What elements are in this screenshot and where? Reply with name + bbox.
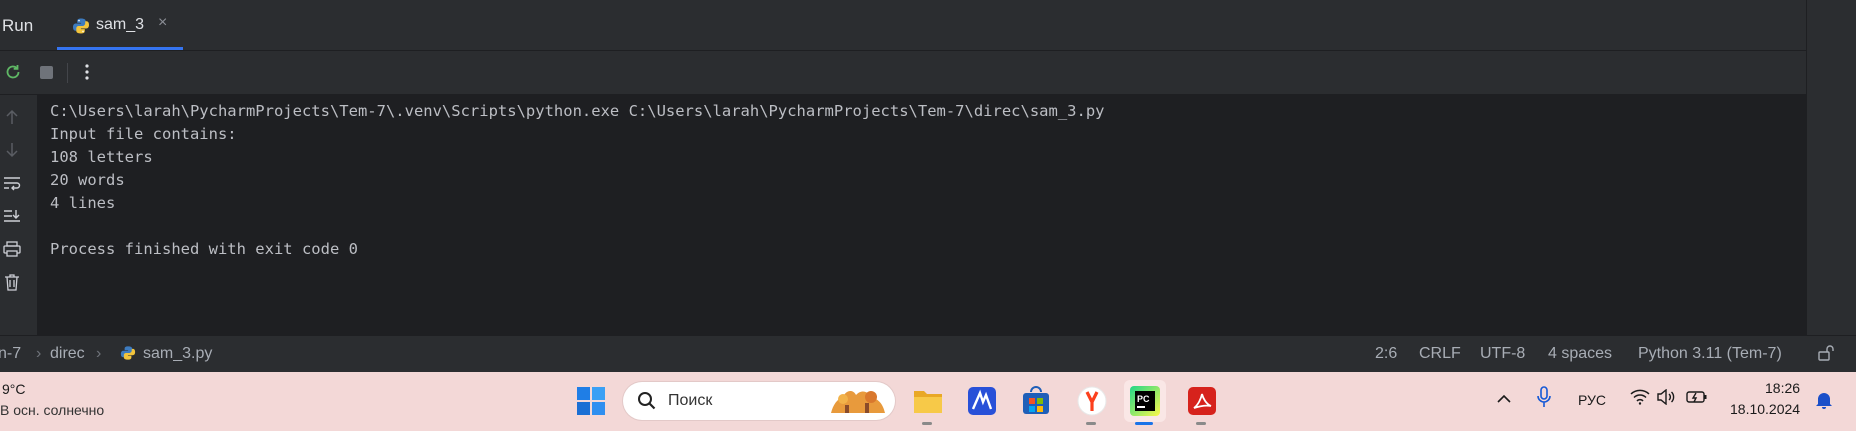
soft-wrap-icon[interactable] xyxy=(2,173,22,193)
pdf-reader-icon[interactable] xyxy=(1181,380,1223,425)
editor-icon[interactable] xyxy=(961,380,1003,422)
stop-icon[interactable] xyxy=(35,61,57,83)
chevron-right-icon: › xyxy=(36,345,42,362)
python-icon xyxy=(120,345,136,366)
clock-date[interactable]: 18.10.2024 xyxy=(1730,401,1800,417)
console-line: Process finished with exit code 0 xyxy=(50,240,358,258)
console-line: Input file contains: xyxy=(50,125,237,143)
svg-text:PC: PC xyxy=(1137,394,1150,404)
file-encoding[interactable]: UTF-8 xyxy=(1480,345,1525,363)
input-language[interactable]: РУС xyxy=(1578,392,1606,408)
status-bar: n-7 › direc › sam_3.py 2:6 CRLF UTF-8 4 … xyxy=(0,335,1856,373)
battery-charging-icon[interactable] xyxy=(1686,389,1708,408)
start-icon[interactable] xyxy=(570,380,612,422)
run-tool-window-header: Run sam_3 × xyxy=(0,0,1806,51)
microphone-icon[interactable] xyxy=(1537,386,1551,411)
yandex-browser-icon[interactable] xyxy=(1071,380,1113,425)
python-interpreter[interactable]: Python 3.11 (Tem-7) xyxy=(1638,345,1782,363)
console-output[interactable]: C:\Users\larah\PycharmProjects\Tem-7\.ve… xyxy=(37,95,1806,335)
pycharm-window: Run sam_3 × C:\Users\larah\PycharmProjec… xyxy=(0,0,1856,373)
console-line: 108 letters xyxy=(50,148,153,166)
clock-time[interactable]: 18:26 xyxy=(1765,380,1800,396)
python-icon xyxy=(72,17,90,40)
active-indicator xyxy=(1135,422,1153,425)
search-placeholder: Поиск xyxy=(668,392,713,409)
breadcrumb-project[interactable]: n-7 xyxy=(0,345,21,363)
run-toolbar xyxy=(0,51,1806,95)
windows-taskbar: 9°C В осн. солнечно Поиск PC РУС 18:26 1… xyxy=(0,372,1856,431)
volume-icon[interactable] xyxy=(1656,388,1676,408)
toolbar-divider xyxy=(67,63,68,83)
run-tool-window-title: Run xyxy=(2,16,34,35)
print-icon[interactable] xyxy=(2,239,22,259)
chevron-up-icon[interactable] xyxy=(1496,392,1512,408)
chevron-right-icon: › xyxy=(96,345,102,362)
caret-position[interactable]: 2:6 xyxy=(1375,345,1397,363)
arrow-down-icon[interactable] xyxy=(2,140,22,160)
taskbar-search[interactable]: Поиск xyxy=(623,382,895,420)
console-line: 20 words xyxy=(50,171,125,189)
console-side-toolbar xyxy=(0,95,37,335)
weather-description: В осн. солнечно xyxy=(0,402,105,418)
rerun-icon[interactable] xyxy=(2,61,24,83)
indent-setting[interactable]: 4 spaces xyxy=(1548,345,1612,363)
file-explorer-icon[interactable] xyxy=(907,380,949,425)
breadcrumb-folder[interactable]: direc xyxy=(50,345,85,363)
weather-temperature: 9°C xyxy=(2,381,26,397)
close-icon[interactable]: × xyxy=(158,14,167,32)
more-vertical-icon[interactable] xyxy=(76,61,98,83)
running-indicator xyxy=(1196,422,1206,425)
tab-sam-3[interactable]: sam_3 × xyxy=(57,0,183,50)
running-indicator xyxy=(1086,422,1096,425)
right-tool-strip xyxy=(1806,0,1856,372)
trash-icon[interactable] xyxy=(2,272,22,292)
pycharm-icon[interactable]: PC xyxy=(1124,380,1166,425)
store-icon[interactable] xyxy=(1015,380,1057,422)
console-line: 4 lines xyxy=(50,194,116,212)
wifi-icon[interactable] xyxy=(1630,389,1650,408)
search-highlight-image xyxy=(827,385,889,422)
tab-label: sam_3 xyxy=(96,16,145,33)
running-indicator xyxy=(922,422,932,425)
notification-bell-icon[interactable] xyxy=(1815,390,1833,413)
active-tab-indicator xyxy=(57,47,183,50)
unlock-icon[interactable] xyxy=(1817,344,1835,367)
search-icon xyxy=(637,391,657,416)
arrow-up-icon[interactable] xyxy=(2,107,22,127)
scroll-to-end-icon[interactable] xyxy=(2,206,22,226)
console-line: C:\Users\larah\PycharmProjects\Tem-7\.ve… xyxy=(50,102,1105,120)
line-ending[interactable]: CRLF xyxy=(1419,345,1461,363)
breadcrumb-file[interactable]: sam_3.py xyxy=(143,345,212,363)
